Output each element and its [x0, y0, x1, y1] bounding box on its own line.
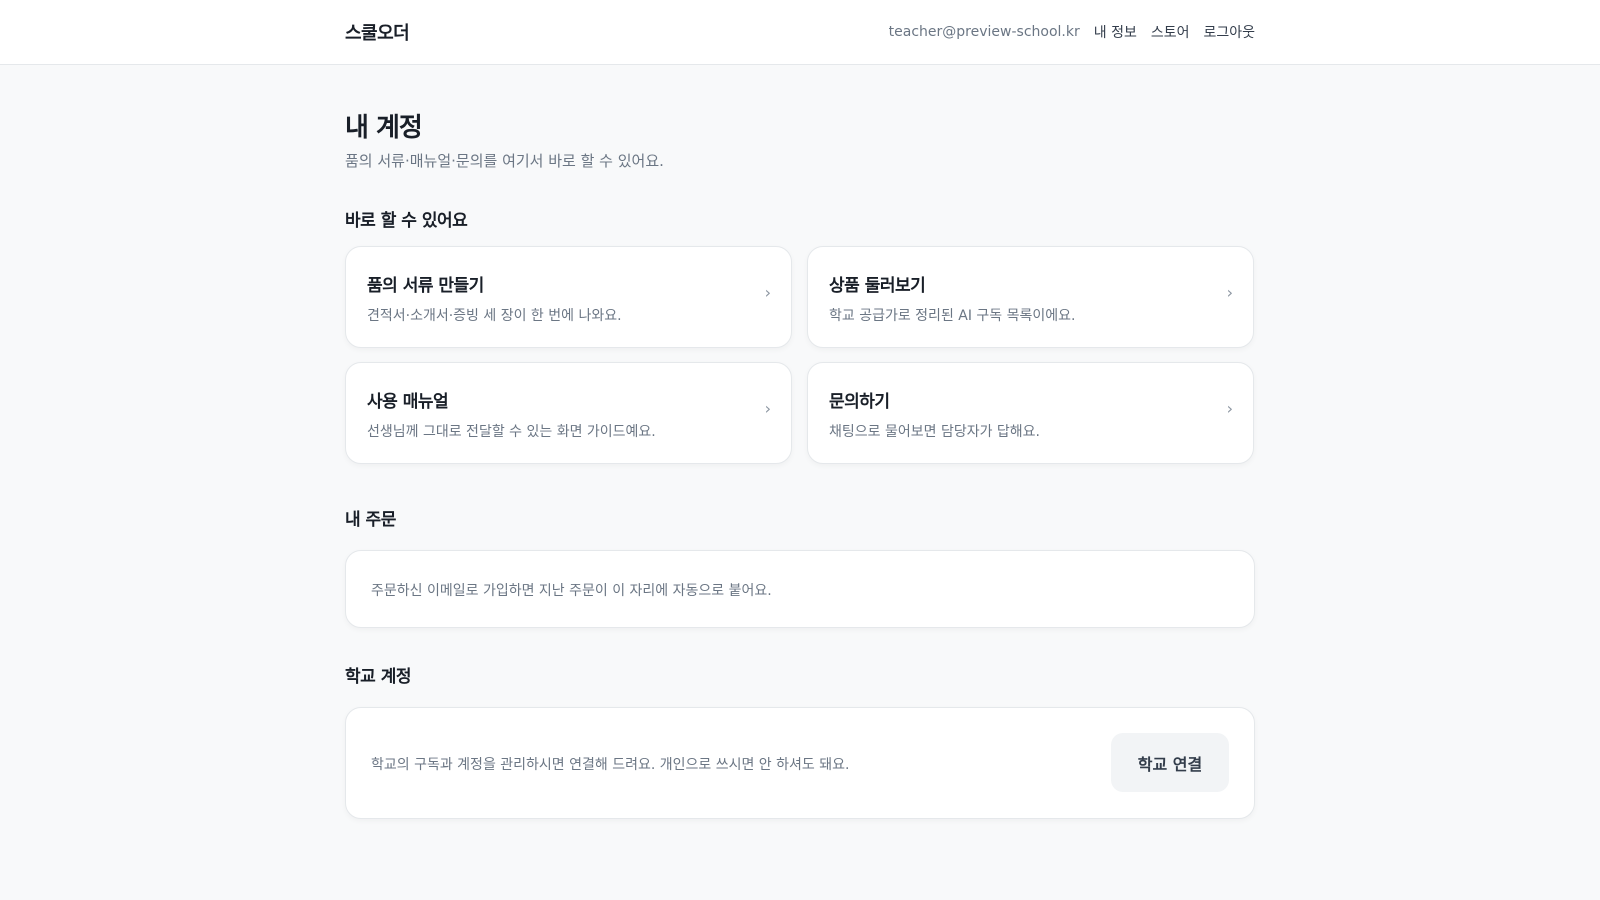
quick-actions-title: 바로 할 수 있어요: [345, 211, 468, 231]
user-email: teacher@preview-school.kr: [888, 24, 1080, 40]
action-card-title: 품의 서류 만들기: [367, 276, 484, 296]
school-account-title: 학교 계정: [345, 667, 411, 687]
orders-empty-text: 주문하신 이메일로 가입하면 지난 주문이 이 자리에 자동으로 붙어요.: [371, 583, 772, 599]
top-navigation-bar: 스쿨오더 teacher@preview-school.kr 내 정보 스토어 …: [0, 0, 1600, 65]
action-card-title: 문의하기: [829, 392, 890, 412]
action-card-contact[interactable]: 문의하기 채팅으로 물어보면 담당자가 답해요. ›: [807, 362, 1254, 464]
chevron-right-icon: ›: [1226, 399, 1233, 418]
nav-my-info[interactable]: 내 정보: [1094, 22, 1137, 42]
chevron-right-icon: ›: [1226, 283, 1233, 302]
page-title: 내 계정: [345, 113, 423, 143]
action-card-title: 상품 둘러보기: [829, 276, 926, 296]
my-orders-title: 내 주문: [345, 510, 396, 530]
nav-store[interactable]: 스토어: [1151, 22, 1190, 42]
nav-logout[interactable]: 로그아웃: [1203, 22, 1255, 42]
school-account-text: 학교의 구독과 계정을 관리하시면 연결해 드려요. 개인으로 쓰시면 안 하셔…: [371, 757, 850, 773]
action-card-description: 선생님께 그대로 전달할 수 있는 화면 가이드예요.: [367, 424, 656, 440]
brand-logo[interactable]: 스쿨오더: [345, 19, 410, 45]
action-card-create-documents[interactable]: 품의 서류 만들기 견적서·소개서·증빙 세 장이 한 번에 나와요. ›: [345, 246, 792, 348]
action-card-description: 학교 공급가로 정리된 AI 구독 목록이에요.: [829, 308, 1076, 324]
header-nav: teacher@preview-school.kr 내 정보 스토어 로그아웃: [889, 22, 1255, 42]
chevron-right-icon: ›: [764, 283, 771, 302]
connect-school-button[interactable]: 학교 연결: [1111, 733, 1229, 792]
action-card-user-manual[interactable]: 사용 매뉴얼 선생님께 그대로 전달할 수 있는 화면 가이드예요. ›: [345, 362, 792, 464]
orders-empty-card: 주문하신 이메일로 가입하면 지난 주문이 이 자리에 자동으로 붙어요.: [345, 550, 1255, 628]
action-card-description: 견적서·소개서·증빙 세 장이 한 번에 나와요.: [367, 308, 622, 324]
school-account-card: 학교의 구독과 계정을 관리하시면 연결해 드려요. 개인으로 쓰시면 안 하셔…: [345, 707, 1255, 819]
action-card-description: 채팅으로 물어보면 담당자가 답해요.: [829, 424, 1040, 440]
action-card-browse-products[interactable]: 상품 둘러보기 학교 공급가로 정리된 AI 구독 목록이에요. ›: [807, 246, 1254, 348]
page-subtitle: 품의 서류·매뉴얼·문의를 여기서 바로 할 수 있어요.: [345, 152, 664, 170]
action-card-title: 사용 매뉴얼: [367, 392, 449, 412]
chevron-right-icon: ›: [764, 399, 771, 418]
